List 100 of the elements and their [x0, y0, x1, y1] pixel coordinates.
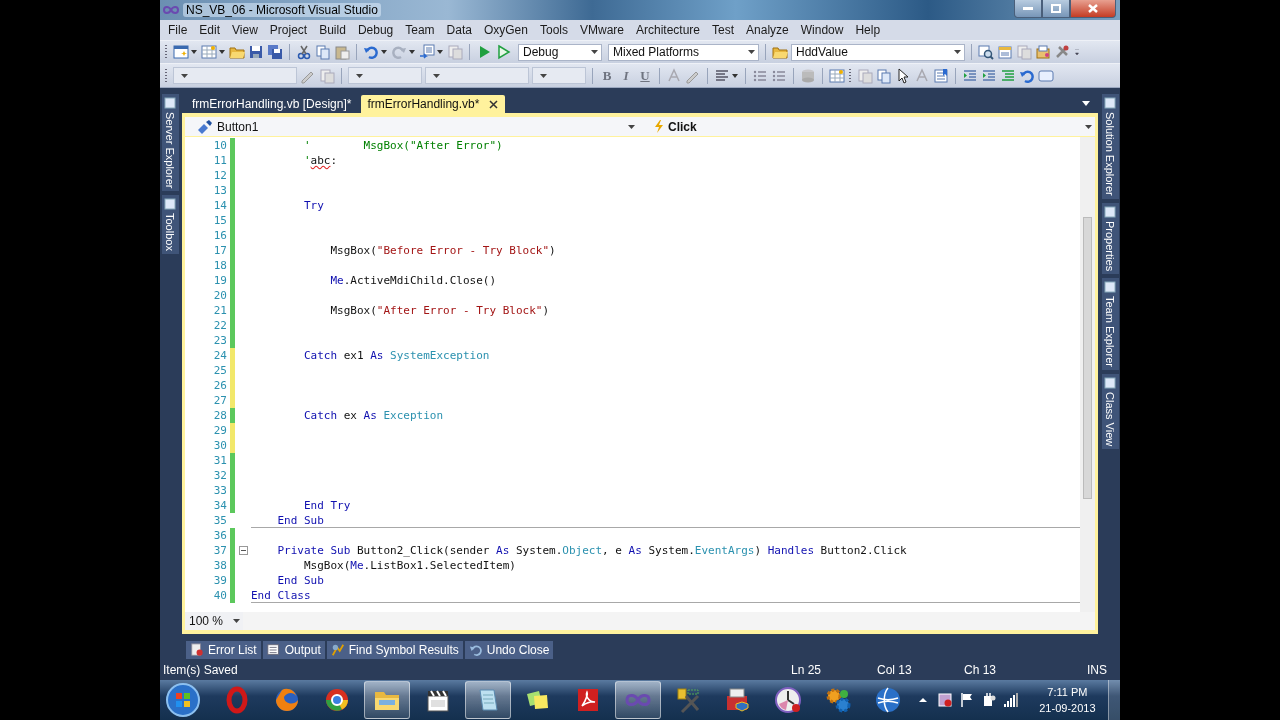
code-line: End Class	[251, 588, 311, 602]
dropdown-arrow-icon[interactable]	[540, 73, 547, 78]
tool-tab[interactable]: Output	[262, 641, 325, 659]
menu-item[interactable]: File	[162, 21, 194, 39]
globe-icon	[874, 686, 903, 714]
save-icon[interactable]	[248, 44, 264, 60]
horizontal-scrollbar[interactable]	[243, 612, 1095, 630]
menu-item[interactable]: Help	[849, 21, 887, 39]
dropdown-arrow-icon[interactable]	[591, 50, 598, 54]
bookmark-icon[interactable]	[933, 67, 949, 84]
shield-icon[interactable]	[937, 692, 954, 708]
find-dropdown[interactable]: HddValue	[791, 43, 965, 61]
dropdown-arrow-icon[interactable]	[233, 618, 240, 623]
dropdown-arrow-icon[interactable]	[1082, 101, 1090, 106]
menu-item[interactable]: Window	[794, 21, 850, 39]
menu-item[interactable]: Project	[263, 21, 314, 39]
line-number: 28	[212, 408, 228, 423]
power-icon[interactable]	[981, 692, 998, 708]
indent-icon[interactable]	[981, 67, 997, 84]
play-outline-icon[interactable]	[495, 44, 511, 60]
dock-tab[interactable]: Solution Explorer	[1101, 94, 1119, 199]
menu-item[interactable]: Team	[399, 21, 441, 39]
dock-tab[interactable]: Server Explorer	[161, 94, 179, 192]
menu-item[interactable]: Edit	[193, 21, 227, 39]
line-number: 11	[212, 153, 228, 168]
dropdown-arrow-icon[interactable]	[356, 73, 363, 78]
line-number: 25	[212, 363, 228, 378]
close-icon[interactable]	[487, 98, 500, 110]
menu-item[interactable]: Build	[313, 21, 352, 39]
tool-tab[interactable]: Find Symbol Results	[326, 641, 463, 659]
cursor-icon[interactable]	[895, 67, 911, 84]
dropdown-arrow-icon[interactable]	[954, 50, 961, 54]
line-number: 31	[212, 453, 228, 468]
clock-date[interactable]: 21-09-2013	[1039, 700, 1096, 716]
taskbar-button[interactable]	[464, 681, 511, 719]
line-number: 24	[212, 348, 228, 363]
status-line: Ln 25	[791, 663, 823, 677]
configuration-dropdown[interactable]: Debug	[518, 43, 602, 61]
cut-icon[interactable]	[296, 44, 312, 60]
close-button[interactable]	[1070, 0, 1116, 18]
line-number: 26	[212, 378, 228, 393]
dropdown-arrow-icon[interactable]	[181, 73, 188, 78]
taskbar-button[interactable]	[364, 681, 411, 719]
save-all-icon[interactable]	[267, 44, 283, 60]
window-title: NS_VB_06 - Microsoft Visual Studio	[183, 3, 381, 17]
undo-icon	[468, 643, 483, 657]
signal-icon[interactable]	[1003, 692, 1020, 708]
line-number: 38	[212, 558, 228, 573]
dock-tab[interactable]: Class View	[1101, 373, 1119, 450]
tool-tab[interactable]: Error List	[186, 641, 261, 659]
dock-tab[interactable]: Team Explorer	[1101, 277, 1119, 370]
code-line: Catch ex1 As SystemException	[304, 348, 490, 363]
menu-item[interactable]: Test	[706, 21, 741, 39]
tools-icon[interactable]	[1054, 44, 1070, 60]
dock-tab[interactable]: Properties	[1101, 202, 1119, 274]
find-symbol-icon	[330, 643, 345, 657]
line-number: 15	[212, 213, 228, 228]
dropdown-arrow-icon[interactable]	[1085, 124, 1092, 129]
copy-icon[interactable]	[315, 44, 331, 60]
panel-icon	[1104, 205, 1116, 218]
restore-button[interactable]	[1042, 0, 1070, 18]
line-number: 35	[212, 513, 228, 528]
menu-item[interactable]: Analyze	[740, 21, 795, 39]
minimize-button[interactable]	[1014, 0, 1042, 18]
line-number: 16	[212, 228, 228, 243]
window-icon[interactable]	[173, 44, 189, 60]
dock-tab[interactable]: Toolbox	[161, 195, 179, 255]
dropdown-arrow-icon[interactable]	[433, 73, 440, 78]
menu-item[interactable]: OxyGen	[477, 21, 534, 39]
menu-item[interactable]: Debug	[351, 21, 400, 39]
line-number: 29	[212, 423, 228, 438]
menu-item[interactable]: Data	[440, 21, 478, 39]
navigate-icon[interactable]	[419, 44, 435, 60]
collapse-icon[interactable]	[238, 546, 248, 555]
show-desktop-button[interactable]	[1107, 680, 1120, 720]
code-line: Try	[304, 198, 324, 213]
line-number: 23	[212, 333, 228, 348]
platform-dropdown[interactable]: Mixed Platforms	[608, 43, 759, 61]
document-tab[interactable]: frmErrorHandling.vb [Design]*	[186, 95, 358, 113]
dropdown-arrow-icon[interactable]	[628, 124, 635, 129]
menu-item[interactable]: Architecture	[630, 21, 707, 39]
code-line: ' MsgBox("After Error")	[304, 138, 503, 153]
indent-icon[interactable]	[962, 67, 978, 84]
align-icon[interactable]	[714, 67, 730, 84]
menu-item[interactable]: View	[226, 21, 264, 39]
box-icon[interactable]	[1035, 44, 1051, 60]
clock-time[interactable]: 7:11 PM	[1047, 684, 1088, 700]
find-icon[interactable]	[978, 44, 994, 60]
undo-icon[interactable]	[363, 44, 379, 60]
panel-icon	[164, 198, 176, 211]
menu-item[interactable]: VMware	[574, 21, 630, 39]
menu-item[interactable]: Tools	[533, 21, 574, 39]
caret-icon	[408, 48, 416, 56]
tool-tab[interactable]: Undo Close	[464, 641, 554, 659]
line-number: 37	[212, 543, 228, 558]
document-tab[interactable]: frmErrorHandling.vb*	[361, 95, 506, 113]
vertical-scrollbar[interactable]	[1080, 137, 1095, 612]
dropdown-arrow-icon[interactable]	[748, 50, 755, 54]
panel-icon	[1104, 97, 1116, 109]
code-line: End Try	[304, 498, 351, 513]
